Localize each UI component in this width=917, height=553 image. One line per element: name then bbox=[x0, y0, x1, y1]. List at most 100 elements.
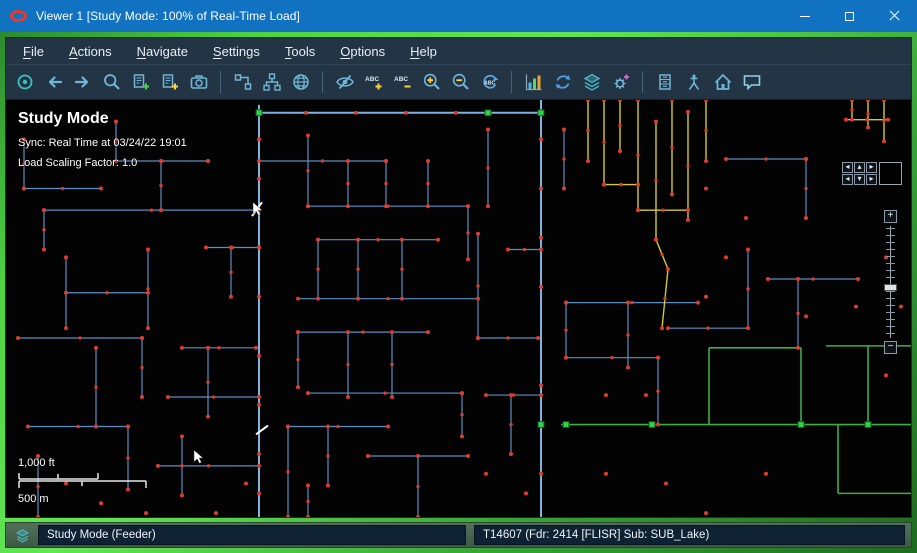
toolbar-separator bbox=[511, 71, 512, 93]
link-small-icon bbox=[234, 74, 251, 90]
zoom-out-button[interactable] bbox=[447, 69, 474, 95]
save-view-yellow-button[interactable] bbox=[156, 69, 183, 95]
forward-icon bbox=[74, 76, 88, 88]
search-button[interactable] bbox=[98, 69, 125, 95]
zoom-out-icon bbox=[452, 73, 469, 90]
panel-icon bbox=[658, 74, 671, 90]
toolbar-separator bbox=[322, 71, 323, 93]
menu-bar: File Actions Navigate Settings Tools Opt… bbox=[6, 38, 911, 64]
status-layers-icon bbox=[14, 527, 30, 543]
pan-right-lower-button[interactable]: ▸ bbox=[866, 174, 877, 185]
link-small-button[interactable] bbox=[229, 69, 256, 95]
status-selection-field: T14607 (Fdr: 2414 [FLISR] Sub: SUB_Lake) bbox=[474, 525, 905, 545]
sync-button[interactable] bbox=[549, 69, 576, 95]
zoom-slider-out-button[interactable]: − bbox=[884, 341, 897, 354]
zoom-in-icon bbox=[423, 73, 440, 90]
gear-add-icon bbox=[614, 74, 629, 89]
toolbar: ABC ABC ABC bbox=[6, 64, 911, 100]
title-bar: Viewer 1 [Study Mode: 100% of Real-Time … bbox=[0, 0, 917, 32]
zoom-slider-track[interactable] bbox=[883, 226, 898, 338]
save-view-yellow-icon bbox=[162, 74, 178, 90]
forward-button[interactable] bbox=[69, 69, 96, 95]
camera-button[interactable] bbox=[185, 69, 212, 95]
zoom-control: + − bbox=[883, 210, 898, 354]
scale-m-label: 500 m bbox=[18, 493, 49, 505]
svg-text:ABC: ABC bbox=[484, 80, 495, 86]
menu-settings[interactable]: Settings bbox=[213, 44, 260, 59]
hide-symbols-button[interactable] bbox=[331, 69, 358, 95]
pan-right-button[interactable]: ▸ bbox=[866, 162, 877, 173]
pan-left-button[interactable]: ◂ bbox=[842, 162, 853, 173]
zoom-slider-in-button[interactable]: + bbox=[884, 210, 897, 223]
svg-text:ABC: ABC bbox=[365, 76, 379, 83]
world-icon bbox=[292, 74, 309, 90]
toolbar-separator bbox=[642, 71, 643, 93]
minimize-icon bbox=[799, 15, 810, 17]
back-icon bbox=[48, 76, 62, 88]
pan-left-lower-button[interactable]: ◂ bbox=[842, 174, 853, 185]
eye-slash-icon bbox=[335, 74, 354, 90]
declutter-icon: ABC bbox=[482, 74, 498, 89]
pan-up-button[interactable]: ▴ bbox=[854, 162, 865, 173]
chat-button[interactable] bbox=[738, 69, 765, 95]
study-mode-frame: File Actions Navigate Settings Tools Opt… bbox=[0, 32, 917, 553]
record-button[interactable] bbox=[11, 69, 38, 95]
home-icon bbox=[714, 73, 731, 90]
toolbar-separator bbox=[220, 71, 221, 93]
home-button[interactable] bbox=[709, 69, 736, 95]
window-title: Viewer 1 [Study Mode: 100% of Real-Time … bbox=[36, 9, 300, 23]
zoom-slider-handle[interactable] bbox=[884, 284, 897, 291]
chart-icon bbox=[525, 74, 541, 91]
save-view-green-button[interactable] bbox=[127, 69, 154, 95]
survey-icon bbox=[688, 74, 699, 90]
zoom-in-button[interactable] bbox=[418, 69, 445, 95]
layers-icon bbox=[583, 73, 600, 91]
layers-button[interactable] bbox=[578, 69, 605, 95]
link-tree-icon bbox=[262, 73, 281, 91]
menu-actions[interactable]: Actions bbox=[69, 44, 112, 59]
chat-icon bbox=[743, 75, 760, 91]
gear-add-button[interactable] bbox=[607, 69, 634, 95]
status-bar: Study Mode (Feeder) T14607 (Fdr: 2414 [F… bbox=[5, 522, 912, 548]
chart-button[interactable] bbox=[520, 69, 547, 95]
declutter-button[interactable]: ABC bbox=[476, 69, 503, 95]
sync-time-label: Sync: Real Time at 03/24/22 19:01 bbox=[18, 137, 187, 149]
maximize-button[interactable] bbox=[827, 0, 872, 32]
menu-file[interactable]: File bbox=[23, 44, 44, 59]
svg-text:ABC: ABC bbox=[394, 76, 408, 83]
pan-control: ◂ ▴ ▸ ◂ ▾ ▸ bbox=[842, 162, 902, 185]
pan-down-button[interactable]: ▾ bbox=[854, 174, 865, 185]
oracle-logo-icon bbox=[10, 10, 27, 22]
maximize-icon bbox=[845, 11, 854, 21]
text-increase-button[interactable]: ABC bbox=[360, 69, 387, 95]
pan-preview[interactable] bbox=[879, 162, 902, 185]
panel-button[interactable] bbox=[651, 69, 678, 95]
close-button[interactable] bbox=[872, 0, 917, 32]
map-overlay-info: Study Mode Sync: Real Time at 03/24/22 1… bbox=[18, 110, 187, 177]
scale-bar: 1,000 ft 500 m bbox=[18, 457, 150, 505]
save-view-green-icon bbox=[133, 74, 149, 90]
back-button[interactable] bbox=[40, 69, 67, 95]
scale-bar-graphic bbox=[18, 473, 147, 488]
text-decrease-button[interactable]: ABC bbox=[389, 69, 416, 95]
load-scaling-label: Load Scaling Factor: 1.0 bbox=[18, 157, 138, 169]
text-increase-icon: ABC bbox=[365, 76, 381, 90]
menu-options[interactable]: Options bbox=[340, 44, 385, 59]
status-mode-field: Study Mode (Feeder) bbox=[38, 525, 466, 545]
world-button[interactable] bbox=[287, 69, 314, 95]
map-viewport[interactable]: Study Mode Sync: Real Time at 03/24/22 1… bbox=[6, 100, 911, 517]
viewer-window: Viewer 1 [Study Mode: 100% of Real-Time … bbox=[0, 0, 917, 553]
menu-help[interactable]: Help bbox=[410, 44, 437, 59]
search-icon bbox=[103, 74, 120, 90]
link-tree-button[interactable] bbox=[258, 69, 285, 95]
menu-navigate[interactable]: Navigate bbox=[137, 44, 188, 59]
text-decrease-icon: ABC bbox=[394, 76, 410, 88]
camera-icon bbox=[190, 75, 207, 89]
minimize-button[interactable] bbox=[782, 0, 827, 32]
menu-tools[interactable]: Tools bbox=[285, 44, 315, 59]
survey-button[interactable] bbox=[680, 69, 707, 95]
window-controls bbox=[782, 0, 917, 32]
study-mode-label: Study Mode bbox=[18, 110, 109, 127]
sync-icon bbox=[555, 75, 570, 89]
record-icon bbox=[17, 74, 32, 90]
